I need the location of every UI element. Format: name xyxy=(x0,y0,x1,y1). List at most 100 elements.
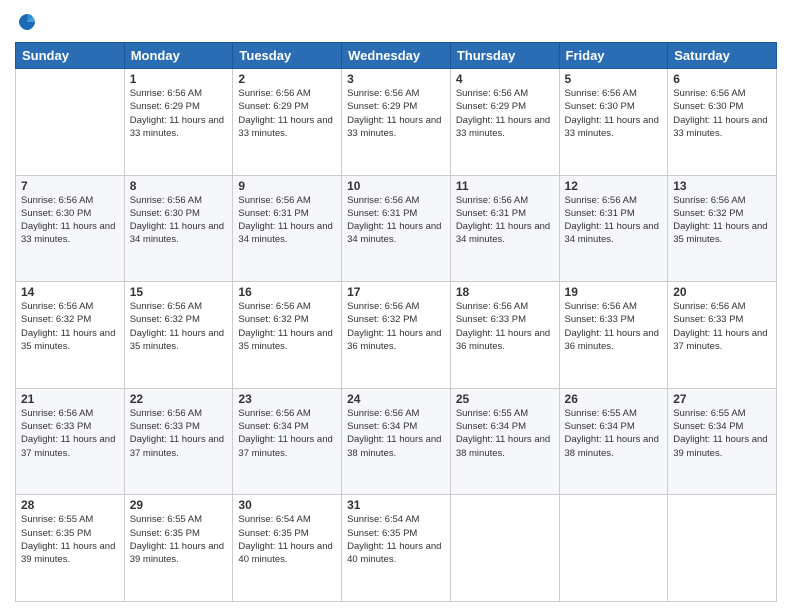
day-number: 7 xyxy=(21,179,119,193)
day-info: Sunrise: 6:54 AMSunset: 6:35 PMDaylight:… xyxy=(238,513,336,566)
day-number: 8 xyxy=(130,179,228,193)
day-number: 23 xyxy=(238,392,336,406)
day-info: Sunrise: 6:56 AMSunset: 6:32 PMDaylight:… xyxy=(673,194,771,247)
day-cell: 30Sunrise: 6:54 AMSunset: 6:35 PMDayligh… xyxy=(233,495,342,602)
day-header-friday: Friday xyxy=(559,43,668,69)
day-number: 16 xyxy=(238,285,336,299)
week-row-3: 21Sunrise: 6:56 AMSunset: 6:33 PMDayligh… xyxy=(16,388,777,495)
day-info: Sunrise: 6:56 AMSunset: 6:33 PMDaylight:… xyxy=(130,407,228,460)
day-cell: 29Sunrise: 6:55 AMSunset: 6:35 PMDayligh… xyxy=(124,495,233,602)
day-cell: 17Sunrise: 6:56 AMSunset: 6:32 PMDayligh… xyxy=(342,282,451,389)
day-number: 28 xyxy=(21,498,119,512)
day-cell: 26Sunrise: 6:55 AMSunset: 6:34 PMDayligh… xyxy=(559,388,668,495)
day-info: Sunrise: 6:54 AMSunset: 6:35 PMDaylight:… xyxy=(347,513,445,566)
day-header-thursday: Thursday xyxy=(450,43,559,69)
day-cell: 31Sunrise: 6:54 AMSunset: 6:35 PMDayligh… xyxy=(342,495,451,602)
day-cell: 2Sunrise: 6:56 AMSunset: 6:29 PMDaylight… xyxy=(233,69,342,176)
day-header-wednesday: Wednesday xyxy=(342,43,451,69)
logo xyxy=(15,10,43,34)
day-number: 3 xyxy=(347,72,445,86)
day-cell: 11Sunrise: 6:56 AMSunset: 6:31 PMDayligh… xyxy=(450,175,559,282)
day-info: Sunrise: 6:56 AMSunset: 6:30 PMDaylight:… xyxy=(130,194,228,247)
day-number: 29 xyxy=(130,498,228,512)
day-number: 25 xyxy=(456,392,554,406)
day-info: Sunrise: 6:56 AMSunset: 6:33 PMDaylight:… xyxy=(565,300,663,353)
day-info: Sunrise: 6:56 AMSunset: 6:33 PMDaylight:… xyxy=(21,407,119,460)
day-cell: 12Sunrise: 6:56 AMSunset: 6:31 PMDayligh… xyxy=(559,175,668,282)
week-row-1: 7Sunrise: 6:56 AMSunset: 6:30 PMDaylight… xyxy=(16,175,777,282)
day-number: 22 xyxy=(130,392,228,406)
day-info: Sunrise: 6:55 AMSunset: 6:34 PMDaylight:… xyxy=(565,407,663,460)
day-info: Sunrise: 6:56 AMSunset: 6:34 PMDaylight:… xyxy=(238,407,336,460)
header xyxy=(15,10,777,34)
day-info: Sunrise: 6:56 AMSunset: 6:30 PMDaylight:… xyxy=(673,87,771,140)
day-number: 11 xyxy=(456,179,554,193)
day-number: 19 xyxy=(565,285,663,299)
day-number: 26 xyxy=(565,392,663,406)
day-cell: 4Sunrise: 6:56 AMSunset: 6:29 PMDaylight… xyxy=(450,69,559,176)
day-info: Sunrise: 6:55 AMSunset: 6:35 PMDaylight:… xyxy=(21,513,119,566)
day-info: Sunrise: 6:56 AMSunset: 6:30 PMDaylight:… xyxy=(565,87,663,140)
day-info: Sunrise: 6:56 AMSunset: 6:32 PMDaylight:… xyxy=(21,300,119,353)
day-header-tuesday: Tuesday xyxy=(233,43,342,69)
day-info: Sunrise: 6:56 AMSunset: 6:30 PMDaylight:… xyxy=(21,194,119,247)
day-cell: 15Sunrise: 6:56 AMSunset: 6:32 PMDayligh… xyxy=(124,282,233,389)
week-row-4: 28Sunrise: 6:55 AMSunset: 6:35 PMDayligh… xyxy=(16,495,777,602)
day-info: Sunrise: 6:56 AMSunset: 6:29 PMDaylight:… xyxy=(347,87,445,140)
day-info: Sunrise: 6:56 AMSunset: 6:31 PMDaylight:… xyxy=(238,194,336,247)
page: SundayMondayTuesdayWednesdayThursdayFrid… xyxy=(0,0,792,612)
day-header-sunday: Sunday xyxy=(16,43,125,69)
day-number: 17 xyxy=(347,285,445,299)
day-info: Sunrise: 6:55 AMSunset: 6:35 PMDaylight:… xyxy=(130,513,228,566)
week-row-2: 14Sunrise: 6:56 AMSunset: 6:32 PMDayligh… xyxy=(16,282,777,389)
day-info: Sunrise: 6:56 AMSunset: 6:32 PMDaylight:… xyxy=(130,300,228,353)
day-number: 12 xyxy=(565,179,663,193)
day-cell xyxy=(668,495,777,602)
day-number: 30 xyxy=(238,498,336,512)
day-number: 31 xyxy=(347,498,445,512)
day-cell: 25Sunrise: 6:55 AMSunset: 6:34 PMDayligh… xyxy=(450,388,559,495)
day-number: 9 xyxy=(238,179,336,193)
day-info: Sunrise: 6:56 AMSunset: 6:29 PMDaylight:… xyxy=(238,87,336,140)
day-cell: 21Sunrise: 6:56 AMSunset: 6:33 PMDayligh… xyxy=(16,388,125,495)
day-cell: 5Sunrise: 6:56 AMSunset: 6:30 PMDaylight… xyxy=(559,69,668,176)
logo-icon xyxy=(15,10,39,34)
day-cell: 19Sunrise: 6:56 AMSunset: 6:33 PMDayligh… xyxy=(559,282,668,389)
day-number: 21 xyxy=(21,392,119,406)
day-info: Sunrise: 6:56 AMSunset: 6:31 PMDaylight:… xyxy=(456,194,554,247)
day-info: Sunrise: 6:56 AMSunset: 6:31 PMDaylight:… xyxy=(347,194,445,247)
day-number: 5 xyxy=(565,72,663,86)
day-cell: 10Sunrise: 6:56 AMSunset: 6:31 PMDayligh… xyxy=(342,175,451,282)
day-cell: 14Sunrise: 6:56 AMSunset: 6:32 PMDayligh… xyxy=(16,282,125,389)
day-number: 15 xyxy=(130,285,228,299)
day-cell: 20Sunrise: 6:56 AMSunset: 6:33 PMDayligh… xyxy=(668,282,777,389)
day-number: 4 xyxy=(456,72,554,86)
day-header-saturday: Saturday xyxy=(668,43,777,69)
day-number: 14 xyxy=(21,285,119,299)
day-info: Sunrise: 6:55 AMSunset: 6:34 PMDaylight:… xyxy=(456,407,554,460)
day-cell: 13Sunrise: 6:56 AMSunset: 6:32 PMDayligh… xyxy=(668,175,777,282)
day-cell xyxy=(559,495,668,602)
day-info: Sunrise: 6:56 AMSunset: 6:33 PMDaylight:… xyxy=(673,300,771,353)
week-row-0: 1 Sunrise: 6:56 AMSunset: 6:29 PMDaylight… xyxy=(16,69,777,176)
day-cell xyxy=(450,495,559,602)
day-number: 24 xyxy=(347,392,445,406)
day-info: Sunrise: 6:56 AMSunset: 6:33 PMDaylight:… xyxy=(456,300,554,353)
day-header-monday: Monday xyxy=(124,43,233,69)
day-number: 27 xyxy=(673,392,771,406)
day-cell: 3Sunrise: 6:56 AMSunset: 6:29 PMDaylight… xyxy=(342,69,451,176)
day-cell: 27Sunrise: 6:55 AMSunset: 6:34 PMDayligh… xyxy=(668,388,777,495)
day-cell: 9Sunrise: 6:56 AMSunset: 6:31 PMDaylight… xyxy=(233,175,342,282)
day-info: Sunrise: 6:56 AMSunset: 6:32 PMDaylight:… xyxy=(238,300,336,353)
day-cell: 23Sunrise: 6:56 AMSunset: 6:34 PMDayligh… xyxy=(233,388,342,495)
day-cell: 18Sunrise: 6:56 AMSunset: 6:33 PMDayligh… xyxy=(450,282,559,389)
day-cell xyxy=(16,69,125,176)
day-cell: 16Sunrise: 6:56 AMSunset: 6:32 PMDayligh… xyxy=(233,282,342,389)
day-cell: 22Sunrise: 6:56 AMSunset: 6:33 PMDayligh… xyxy=(124,388,233,495)
day-cell: 28Sunrise: 6:55 AMSunset: 6:35 PMDayligh… xyxy=(16,495,125,602)
day-number: 1 xyxy=(130,72,228,86)
day-info: Sunrise: 6:56 AMSunset: 6:34 PMDaylight:… xyxy=(347,407,445,460)
day-cell: 1Sunrise: 6:56 AMSunset: 6:29 PMDaylight… xyxy=(124,69,233,176)
day-number: 6 xyxy=(673,72,771,86)
day-info: Sunrise: 6:56 AMSunset: 6:32 PMDaylight:… xyxy=(347,300,445,353)
